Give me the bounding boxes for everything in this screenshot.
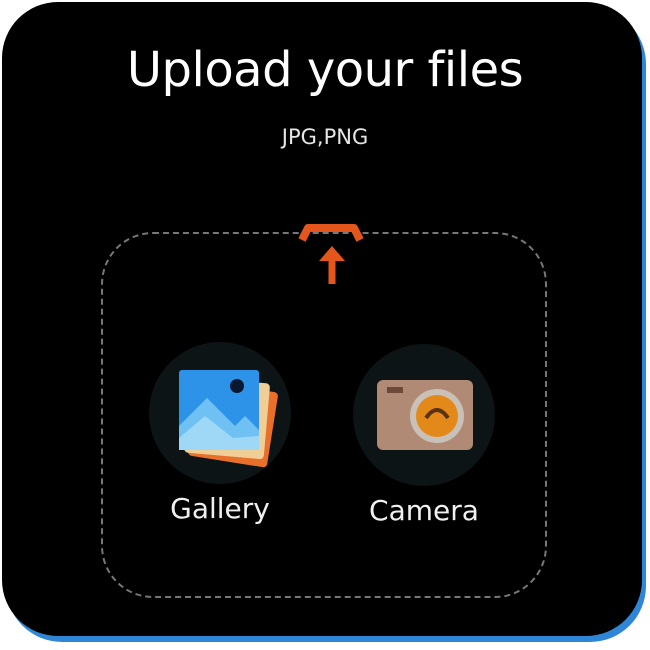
dialog-title: Upload your files [126, 42, 524, 98]
gallery-button[interactable] [149, 342, 291, 484]
camera-button[interactable] [353, 344, 495, 486]
camera-icon [377, 380, 473, 450]
camera-option[interactable]: Camera [349, 344, 499, 527]
gallery-label: Gallery [170, 492, 270, 525]
camera-label: Camera [369, 494, 479, 527]
gallery-option[interactable]: Gallery [145, 342, 295, 525]
upload-icon [298, 222, 366, 286]
accepted-formats: JPG,PNG [281, 125, 369, 149]
gallery-icon [179, 370, 278, 468]
